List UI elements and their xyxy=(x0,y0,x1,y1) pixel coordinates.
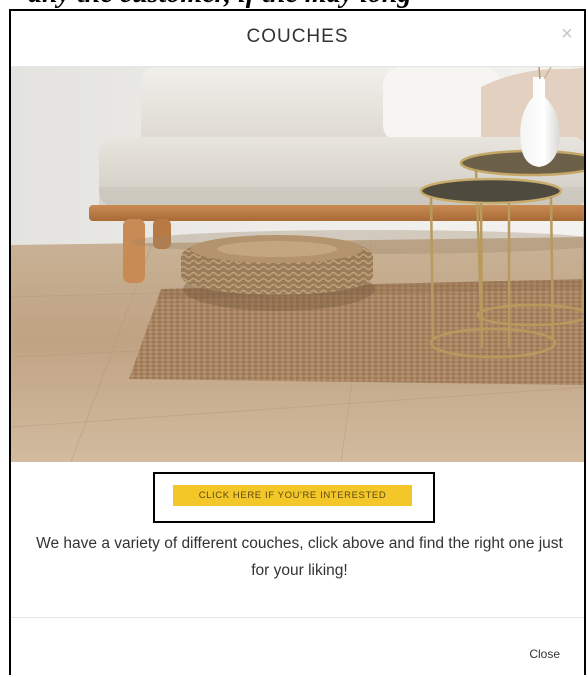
close-button[interactable]: Close xyxy=(529,647,560,661)
modal-title: COUCHES xyxy=(246,26,349,47)
modal-header: COUCHES × xyxy=(11,11,584,67)
modal-footer: Close xyxy=(11,617,584,675)
page: any the customer, if the may long COUCHE… xyxy=(0,0,588,677)
interested-cta-button[interactable]: CLICK HERE IF YOU'RE INTERESTED xyxy=(173,485,412,506)
modal-dialog: COUCHES × CLICK HERE IF YOU'RE INTERESTE… xyxy=(9,9,586,675)
modal-description: We have a variety of different couches, … xyxy=(36,535,563,579)
close-x-icon[interactable]: × xyxy=(556,23,578,45)
caption-text: any the customer, if the may long xyxy=(28,0,411,9)
couch-living-room-photo xyxy=(11,67,584,462)
